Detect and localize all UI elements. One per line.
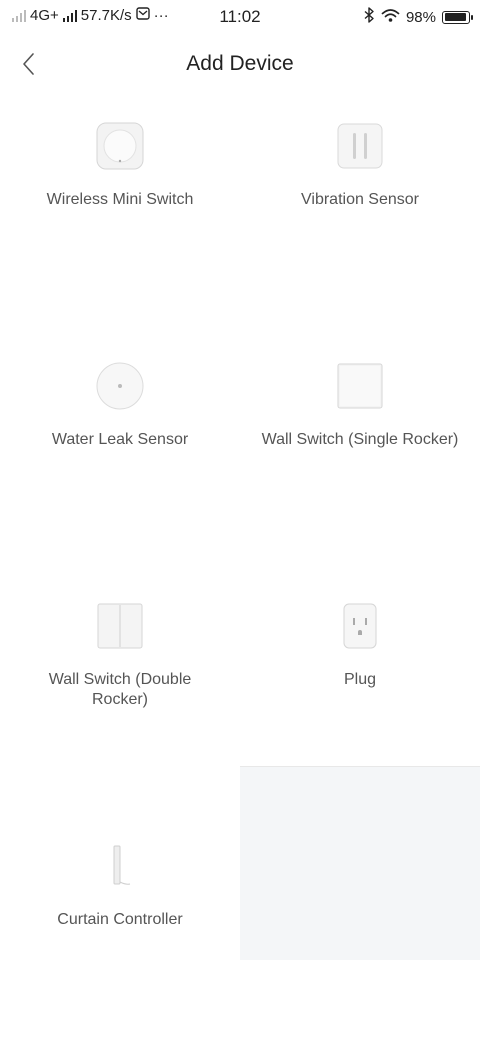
header: Add Device xyxy=(0,34,480,96)
device-grid: Wireless Mini Switch Vibration Sensor Wa… xyxy=(0,96,480,1056)
device-vibration-sensor[interactable]: Vibration Sensor xyxy=(240,96,480,336)
device-label: Vibration Sensor xyxy=(301,191,419,208)
device-label: Curtain Controller xyxy=(57,911,183,928)
device-label: Wireless Mini Switch xyxy=(46,191,194,208)
device-label: Water Leak Sensor xyxy=(51,431,189,448)
status-bar: 4G+ 57.7K/s ··· 11:02 98% xyxy=(0,0,480,34)
empty-grid-cell xyxy=(240,766,480,960)
device-label: Plug xyxy=(343,671,377,688)
device-wireless-mini-switch[interactable]: Wireless Mini Switch xyxy=(0,96,240,336)
page-title: Add Device xyxy=(186,52,294,75)
wireless-mini-switch-icon xyxy=(90,116,150,176)
water-leak-sensor-icon xyxy=(90,356,150,416)
battery-icon xyxy=(442,10,473,24)
back-button[interactable] xyxy=(14,48,46,80)
device-water-leak-sensor[interactable]: Water Leak Sensor xyxy=(0,336,240,576)
wall-switch-double-icon xyxy=(90,596,150,656)
wall-switch-single-icon xyxy=(330,356,390,416)
bluetooth-icon xyxy=(364,7,375,27)
chevron-left-icon xyxy=(23,53,34,75)
device-label: Wall Switch (Single Rocker) xyxy=(261,431,459,448)
device-wall-switch-double[interactable]: Wall Switch (Double Rocker) xyxy=(0,576,240,816)
wifi-icon xyxy=(381,8,400,27)
device-label: Wall Switch (Double Rocker) xyxy=(48,671,192,708)
curtain-controller-icon xyxy=(90,836,150,896)
vibration-sensor-icon xyxy=(330,116,390,176)
plug-icon xyxy=(330,596,390,656)
battery-level xyxy=(444,13,467,21)
device-curtain-controller[interactable]: Curtain Controller xyxy=(0,816,240,1056)
battery-percent: 98% xyxy=(405,8,436,26)
device-wall-switch-single[interactable]: Wall Switch (Single Rocker) xyxy=(240,336,480,576)
status-right: 98% xyxy=(364,7,473,27)
